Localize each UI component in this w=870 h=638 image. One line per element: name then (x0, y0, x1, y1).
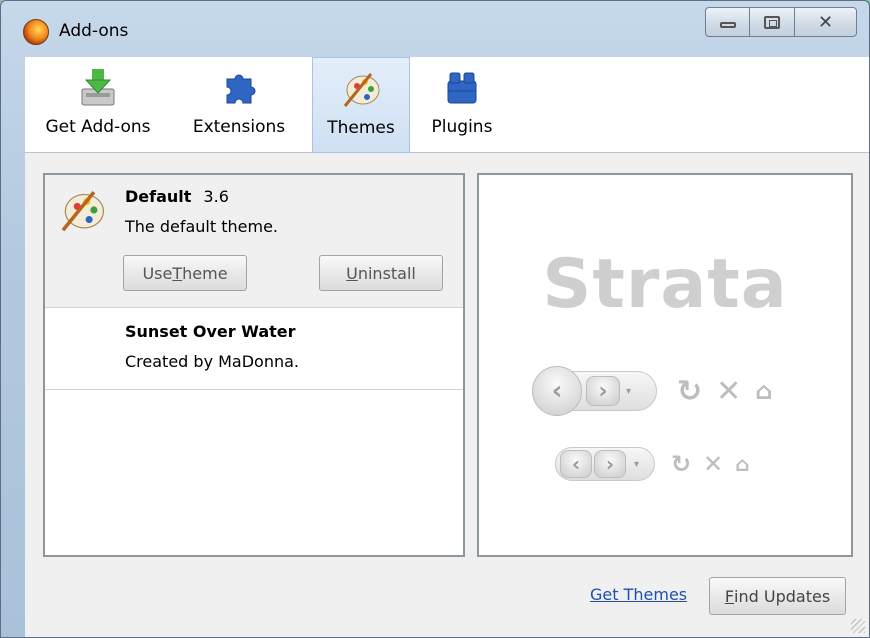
maximize-button[interactable] (750, 7, 795, 37)
window-controls: ✕ (705, 7, 857, 37)
theme-description: Created by MaDonna. (125, 352, 300, 371)
forward-arrow-icon: › (586, 376, 620, 406)
minimize-button[interactable] (705, 7, 750, 37)
palette-icon (57, 185, 107, 235)
themes-list: Default 3.6 The default theme. Use Theme … (43, 173, 465, 557)
tab-plugins[interactable]: Plugins (417, 57, 507, 153)
themes-panel: Default 3.6 The default theme. Use Theme … (25, 153, 869, 637)
reload-icon: ↻ (677, 373, 703, 409)
theme-description: The default theme. (125, 217, 278, 236)
tab-extensions[interactable]: Extensions (175, 57, 303, 153)
dropdown-icon: ▾ (634, 458, 640, 470)
dropdown-icon: ▾ (626, 385, 632, 397)
tab-label: Plugins (431, 117, 493, 137)
back-forward-pill: ‹ › ▾ (555, 447, 655, 481)
preview-nav-large: ‹ › ▾ ↻ ✕ ⌂ (532, 366, 773, 416)
plugin-blocks-icon (442, 67, 482, 109)
title-bar[interactable]: Add-ons ✕ (1, 1, 869, 53)
close-icon: ✕ (817, 11, 834, 33)
preview-nav-small: ‹ › ▾ ↻ ✕ ⌂ (555, 447, 750, 481)
stop-icon: ✕ (703, 450, 724, 478)
puzzle-icon (219, 67, 259, 109)
home-icon: ⌂ (755, 377, 773, 405)
uninstall-button[interactable]: Uninstall (319, 255, 443, 291)
tab-get-addons[interactable]: Get Add-ons (33, 57, 163, 153)
uninstall-label-post: ninstall (357, 263, 416, 283)
addons-toolbar: Get Add-ons Extensions Themes Plugins (25, 57, 869, 153)
close-button[interactable]: ✕ (795, 7, 857, 37)
theme-name: Sunset Over Water (125, 322, 296, 341)
use-theme-accesskey: T (172, 263, 183, 283)
uninstall-accesskey: U (346, 263, 358, 283)
window-title: Add-ons (59, 21, 129, 41)
preview-title: Strata (542, 245, 788, 324)
theme-name-text: Default (125, 187, 192, 206)
theme-preview: Strata ‹ › ▾ ↻ ✕ ⌂ ‹ › ▾ ↻ ✕ ⌂ (477, 173, 853, 557)
use-theme-label-pre: Use (142, 263, 173, 283)
find-updates-accesskey: F (724, 586, 735, 606)
stop-icon: ✕ (716, 373, 742, 409)
forward-arrow-icon: › (594, 450, 626, 478)
reload-icon: ↻ (671, 450, 692, 478)
back-arrow-icon: ‹ (532, 366, 582, 416)
theme-name: Default 3.6 (125, 187, 229, 206)
download-icon (78, 67, 118, 109)
resize-grip[interactable] (851, 619, 865, 633)
tab-label: Themes (327, 118, 395, 138)
tab-themes[interactable]: Themes (312, 57, 410, 153)
back-forward-pill: ‹ › ▾ (532, 366, 657, 416)
list-item[interactable]: Default 3.6 The default theme. Use Theme … (45, 175, 463, 308)
use-theme-button[interactable]: Use Theme (123, 255, 247, 291)
addons-window: Add-ons ✕ Get Add-ons Extensions Themes … (0, 0, 870, 638)
back-arrow-icon: ‹ (560, 450, 592, 478)
tab-label: Get Add-ons (45, 117, 151, 137)
theme-version: 3.6 (203, 187, 229, 206)
use-theme-label-post: heme (182, 263, 228, 283)
minimize-icon (719, 22, 736, 28)
get-themes-link[interactable]: Get Themes (590, 585, 687, 604)
find-updates-button[interactable]: Find Updates (709, 577, 846, 615)
list-item[interactable]: Sunset Over Water Created by MaDonna. (45, 308, 463, 390)
tab-label: Extensions (192, 117, 286, 137)
home-icon: ⌂ (735, 452, 750, 476)
palette-icon (341, 68, 381, 110)
find-updates-label: ind Updates (734, 586, 831, 606)
maximize-icon (764, 15, 780, 29)
firefox-icon (23, 19, 49, 45)
